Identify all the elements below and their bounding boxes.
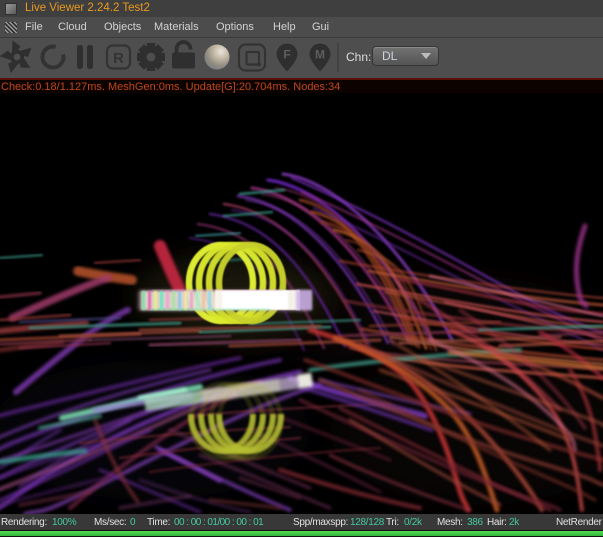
svg-text:R: R (113, 50, 124, 67)
svg-text:M: M (315, 48, 325, 62)
svg-text:F: F (283, 48, 290, 62)
